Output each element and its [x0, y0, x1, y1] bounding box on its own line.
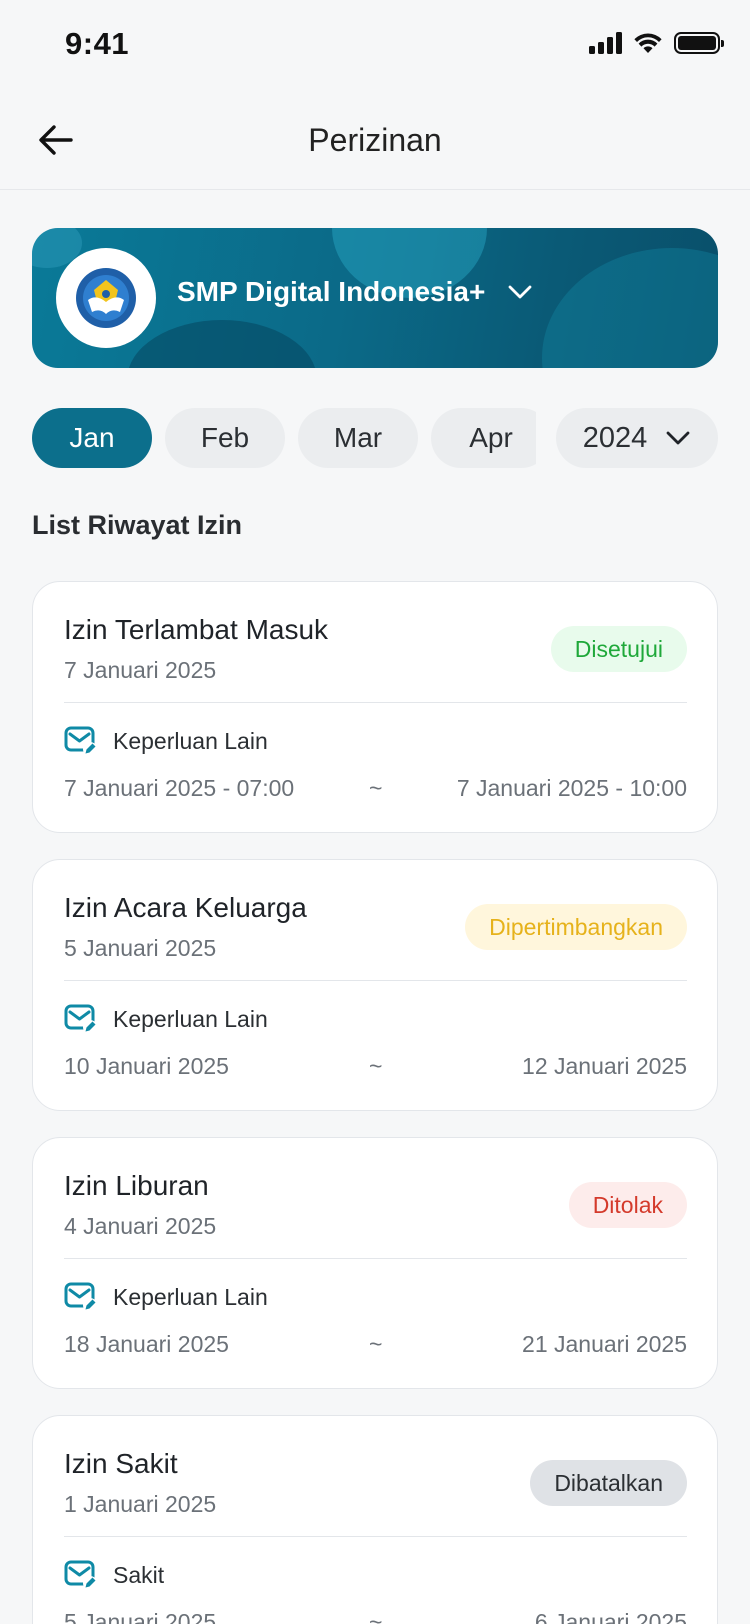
mail-edit-icon: [64, 725, 98, 757]
battery-icon: [674, 32, 724, 54]
mail-edit-icon: [64, 1281, 98, 1313]
range-separator: ~: [369, 1609, 383, 1624]
permit-start: 10 Januari 2025: [64, 1053, 229, 1079]
year-select[interactable]: 2024: [556, 408, 718, 468]
permit-type: Keperluan Lain: [113, 1006, 268, 1032]
divider: [64, 980, 687, 981]
month-chip-apr[interactable]: Apr: [431, 408, 536, 468]
chevron-down-icon: [508, 285, 532, 299]
month-chip-jan[interactable]: Jan: [32, 408, 152, 468]
permit-type: Sakit: [113, 1562, 165, 1588]
permit-type: Keperluan Lain: [113, 1284, 268, 1310]
permit-list: Izin Terlambat Masuk 7 Januari 2025 Disetu…: [32, 581, 718, 1624]
mail-edit-icon: [64, 1003, 98, 1035]
school-selector[interactable]: SMP Digital Indonesia+: [32, 228, 718, 368]
permit-card[interactable]: Izin Sakit 1 Januari 2025 Dibatalkan Sakit 5…: [32, 1415, 718, 1624]
status-icons: [589, 32, 724, 54]
status-time: 9:41: [65, 26, 130, 61]
permit-card[interactable]: Izin Acara Keluarga 5 Januari 2025 Diperti…: [32, 859, 718, 1111]
status-badge: Dipertimbangkan: [465, 904, 687, 950]
app-header: Perizinan: [0, 92, 750, 190]
permit-date: 1 Januari 2025: [64, 1491, 217, 1517]
year-value: 2024: [582, 421, 648, 454]
school-logo: [56, 248, 156, 348]
permit-date: 7 Januari 2025: [64, 657, 217, 683]
permit-start: 7 Januari 2025 - 07:00: [64, 775, 295, 801]
status-badge: Disetujui: [550, 626, 687, 672]
permit-card[interactable]: Izin Terlambat Masuk 7 Januari 2025 Disetu…: [32, 581, 718, 833]
school-name: SMP Digital Indonesia+: [177, 276, 486, 307]
wifi-icon: [634, 33, 662, 53]
permit-title: Izin Terlambat Masuk: [64, 614, 329, 645]
chevron-down-icon: [666, 431, 690, 445]
signal-icon: [589, 32, 622, 54]
permit-date: 4 Januari 2025: [64, 1213, 217, 1239]
permit-title: Izin Liburan: [64, 1170, 209, 1201]
month-chip-feb[interactable]: Feb: [165, 408, 285, 468]
permit-card[interactable]: Izin Liburan 4 Januari 2025 Ditolak Keperlu…: [32, 1137, 718, 1389]
divider: [64, 702, 687, 703]
permit-end: 7 Januari 2025 - 10:00: [456, 775, 687, 801]
divider: [64, 1258, 687, 1259]
status-bar: 9:41: [0, 0, 750, 92]
permit-title: Izin Sakit: [64, 1448, 178, 1479]
month-chip-mar[interactable]: Mar: [298, 408, 418, 468]
month-filter: Jan Feb Mar Apr 2024: [32, 408, 718, 468]
permit-start: 5 Januari 2025: [64, 1609, 217, 1624]
range-separator: ~: [369, 775, 383, 801]
range-separator: ~: [369, 1053, 383, 1079]
permit-type: Keperluan Lain: [113, 728, 268, 754]
permit-end: 21 Januari 2025: [522, 1331, 687, 1357]
permit-start: 18 Januari 2025: [64, 1331, 229, 1357]
mail-edit-icon: [64, 1559, 98, 1591]
month-scroller[interactable]: Jan Feb Mar Apr: [32, 408, 536, 468]
permit-title: Izin Acara Keluarga: [64, 892, 307, 923]
permit-end: 12 Januari 2025: [522, 1053, 687, 1079]
status-badge: Dibatalkan: [530, 1460, 687, 1506]
permit-date: 5 Januari 2025: [64, 935, 217, 961]
divider: [64, 1536, 687, 1537]
tut-wuri-handayani-logo-icon: [76, 268, 136, 328]
status-badge: Ditolak: [568, 1182, 687, 1228]
section-title: List Riwayat Izin: [32, 510, 243, 540]
range-separator: ~: [369, 1331, 383, 1357]
page-title: Perizinan: [308, 122, 442, 158]
permit-end: 6 Januari 2025: [534, 1609, 687, 1624]
